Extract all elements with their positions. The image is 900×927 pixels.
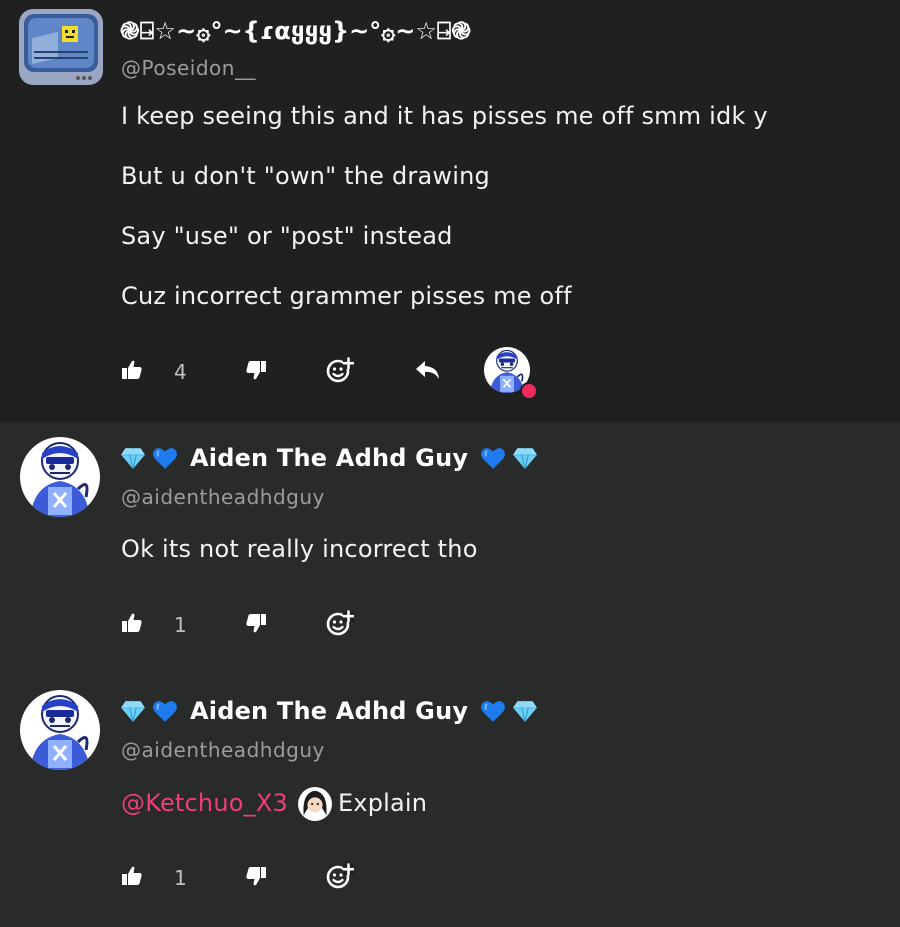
gem-icon [512,445,538,471]
user-mention-link[interactable]: @Ketchuo_X3 [121,789,288,817]
comment-text-line: Ok its not really incorrect tho [121,535,478,563]
sans-avatar-image [20,690,100,770]
thumbs-down-icon[interactable] [244,611,268,635]
blue-heart-icon [480,445,506,471]
add-reaction-icon[interactable] [326,862,354,890]
mention-avatar[interactable] [298,787,332,821]
thumbs-up-icon[interactable] [120,864,144,888]
reply-arrow-icon[interactable] [414,358,442,382]
sans-avatar-image [20,437,100,517]
blue-heart-icon [480,698,506,724]
author-name[interactable]: Aiden The Adhd Guy [120,697,538,725]
thumbs-up-icon[interactable] [120,358,144,382]
author-name[interactable]: Aiden The Adhd Guy [120,444,538,472]
comment-text-line: @Ketchuo_X3 Explain [121,787,427,821]
like-count: 1 [174,866,187,890]
author-handle[interactable]: @aidentheadhdguy [121,738,325,762]
gem-icon [512,698,538,724]
gem-icon [120,698,146,724]
comment-text-line: I keep seeing this and it has pisses me … [121,102,768,130]
comment-text-line: Say "use" or "post" instead [121,222,453,250]
add-reaction-icon[interactable] [326,609,354,637]
comment-card: Aiden The Adhd Guy @aidentheadhdguy @Ket… [0,675,900,927]
author-name-text: Aiden The Adhd Guy [190,444,469,472]
thumbs-down-icon[interactable] [244,864,268,888]
reply-indicator-badge [520,382,538,400]
comment-text: Explain [337,789,428,817]
comment-text-line: But u don't "own" the drawing [121,162,490,190]
author-handle[interactable]: @aidentheadhdguy [121,485,325,509]
blue-heart-icon [152,698,178,724]
author-name-text: ֎⍈☆~۞°~{ɾαყყყ}~°۞~☆⍈֎ [120,17,472,45]
author-handle[interactable]: @Poseidon__ [121,56,256,80]
thumbs-up-icon[interactable] [120,611,144,635]
gem-icon [120,445,146,471]
comment-text-line: Cuz incorrect grammer pisses me off [121,282,572,310]
thumbs-down-icon[interactable] [244,358,268,382]
comment-card: Aiden The Adhd Guy @aidentheadhdguy Ok i… [0,422,900,675]
author-avatar[interactable] [20,437,100,517]
comment-card: ֎⍈☆~۞°~{ɾαყყყ}~°۞~☆⍈֎ @Poseidon__ I keep… [0,0,900,422]
tv-avatar-image [18,8,104,86]
author-avatar[interactable] [18,8,104,86]
mention-avatar-image [298,787,332,821]
like-count: 1 [174,613,187,637]
add-reaction-icon[interactable] [326,356,354,384]
author-name[interactable]: ֎⍈☆~۞°~{ɾαყყყ}~°۞~☆⍈֎ [120,14,471,47]
like-count: 4 [174,360,187,384]
author-avatar[interactable] [20,690,100,770]
author-name-text: Aiden The Adhd Guy [190,697,469,725]
blue-heart-icon [152,445,178,471]
